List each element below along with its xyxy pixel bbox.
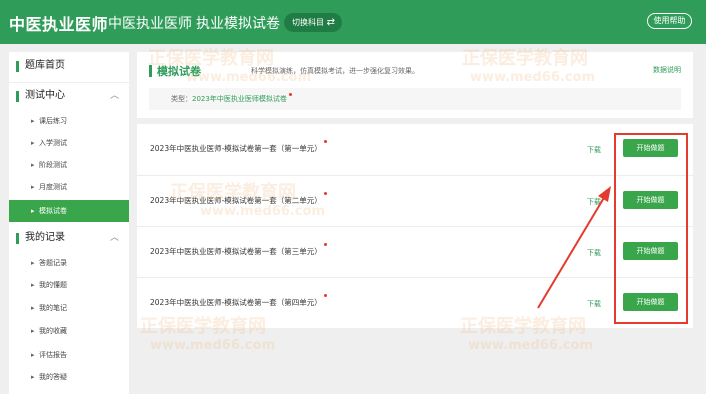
start-exam-button[interactable]: 开始做题 <box>623 293 678 311</box>
top-header: 中医执业医师 中医执业医师 执业模拟试卷 切换科目 ⇄ 使用帮助 <box>0 0 706 44</box>
new-dot-icon <box>323 192 327 195</box>
sidebar-item-label: 课后练习 <box>39 117 67 125</box>
exam-title: 2023年中医执业医师-模拟试卷第一套（第一单元） <box>150 140 327 154</box>
subject-label: 中医执业医师 <box>108 16 192 32</box>
sidebar-item-home[interactable]: 题库首页 <box>9 52 129 80</box>
new-dot-icon <box>288 93 292 96</box>
triangle-right-icon: ▸ <box>31 373 35 381</box>
download-link[interactable]: 下载 <box>587 145 601 155</box>
sidebar-item-label: 月度测试 <box>39 183 67 191</box>
panel-description: 科学模拟演练，仿真模拟考试，进一步强化复习效果。 <box>251 67 419 75</box>
exam-label: 执业模拟试卷 <box>196 16 280 32</box>
list-item: 2023年中医执业医师-模拟试卷第一套（第三单元） 下载 开始做题 <box>137 226 693 277</box>
sidebar-item-entrance-test[interactable]: ▸ 入学测试 <box>9 132 129 154</box>
watermark-url: www.med66.com <box>150 338 276 353</box>
sidebar-item-assessment-report[interactable]: ▸ 评估报告 <box>9 344 129 366</box>
type-filter: 类型：2023年中医执业医师模拟试卷 <box>149 88 681 110</box>
download-link[interactable]: 下载 <box>587 299 601 309</box>
chevron-up-icon[interactable]: ︿ <box>110 82 119 110</box>
triangle-right-icon: ▸ <box>31 161 35 169</box>
sidebar-records-label: 我的记录 <box>25 232 65 243</box>
start-exam-button[interactable]: 开始做题 <box>623 191 678 209</box>
list-item: 2023年中医执业医师-模拟试卷第一套（第二单元） 下载 开始做题 <box>137 175 693 226</box>
data-explanation-link[interactable]: 数据说明 <box>653 65 681 75</box>
new-dot-icon <box>323 294 327 297</box>
list-item: 2023年中医执业医师-模拟试卷第一套（第一单元） 下载 开始做题 <box>137 124 693 175</box>
download-link[interactable]: 下载 <box>587 248 601 258</box>
sidebar-item-my-notes[interactable]: ▸ 我的笔记 <box>9 297 129 319</box>
watermark-url: www.med66.com <box>468 338 594 353</box>
accent-bar <box>16 91 19 102</box>
switch-subject-label: 切换科目 <box>292 18 324 27</box>
sidebar-item-my-questions[interactable]: ▸ 我的懂题 <box>9 274 129 296</box>
sidebar-item-my-qa[interactable]: ▸ 我的答疑 <box>9 366 129 388</box>
triangle-right-icon: ▸ <box>31 139 35 147</box>
new-dot-icon <box>323 140 327 143</box>
triangle-right-icon: ▸ <box>31 259 35 267</box>
accent-bar <box>16 61 19 72</box>
triangle-right-icon: ▸ <box>31 351 35 359</box>
list-item: 2023年中医执业医师-模拟试卷第一套（第四单元） 下载 开始做题 <box>137 277 693 328</box>
sidebar-item-label: 模拟试卷 <box>39 207 67 215</box>
sidebar-item-answer-records[interactable]: ▸ 答题记录 <box>9 252 129 274</box>
sidebar-item-my-favorites[interactable]: ▸ 我的收藏 <box>9 320 129 342</box>
download-link[interactable]: 下载 <box>587 197 601 207</box>
mock-exam-panel: 模拟试卷 科学模拟演练，仿真模拟考试，进一步强化复习效果。 数据说明 类型：20… <box>137 52 693 118</box>
sidebar-item-label: 入学测试 <box>39 139 67 147</box>
help-button[interactable]: 使用帮助 <box>647 13 692 29</box>
exam-list: 2023年中医执业医师-模拟试卷第一套（第一单元） 下载 开始做题 2023年中… <box>137 124 693 328</box>
start-exam-button[interactable]: 开始做题 <box>623 242 678 260</box>
sidebar-item-monthly-test[interactable]: ▸ 月度测试 <box>9 176 129 198</box>
new-dot-icon <box>323 243 327 246</box>
sidebar-test-center-label: 测试中心 <box>25 90 65 101</box>
brand-title: 中医执业医师 <box>9 15 109 34</box>
sidebar-item-after-class[interactable]: ▸ 课后练习 <box>9 110 129 132</box>
sidebar-section-records[interactable]: 我的记录 ︿ <box>9 224 129 252</box>
swap-arrows-icon: ⇄ <box>326 17 335 28</box>
exam-title: 2023年中医执业医师-模拟试卷第一套（第四单元） <box>150 294 327 308</box>
start-exam-button[interactable]: 开始做题 <box>623 139 678 157</box>
sidebar-home-label: 题库首页 <box>25 60 65 71</box>
sidebar-item-mock-exam[interactable]: ▸ 模拟试卷 <box>9 200 129 222</box>
panel-title: 模拟试卷 <box>157 65 201 78</box>
switch-subject-button[interactable]: 切换科目 ⇄ <box>284 13 342 32</box>
sidebar-section-test-center[interactable]: 测试中心 ︿ <box>9 82 129 110</box>
triangle-right-icon: ▸ <box>31 281 35 289</box>
sidebar-item-label: 我的懂题 <box>39 281 67 289</box>
sidebar-item-stage-test[interactable]: ▸ 阶段测试 <box>9 154 129 176</box>
type-label: 类型： <box>171 95 192 103</box>
accent-bar <box>16 233 19 244</box>
type-value[interactable]: 2023年中医执业医师模拟试卷 <box>192 95 287 103</box>
triangle-right-icon: ▸ <box>31 304 35 312</box>
sidebar-item-label: 阶段测试 <box>39 161 67 169</box>
triangle-right-icon: ▸ <box>31 207 35 215</box>
exam-title: 2023年中医执业医师-模拟试卷第一套（第三单元） <box>150 243 327 257</box>
sidebar: 题库首页 测试中心 ︿ ▸ 课后练习 ▸ 入学测试 ▸ 阶段测试 ▸ 月度测试 … <box>9 52 129 394</box>
triangle-right-icon: ▸ <box>31 183 35 191</box>
sidebar-item-label: 评估报告 <box>39 351 67 359</box>
chevron-up-icon[interactable]: ︿ <box>110 224 119 252</box>
sidebar-item-label: 答题记录 <box>39 259 67 267</box>
triangle-right-icon: ▸ <box>31 117 35 125</box>
sidebar-item-label: 我的答疑 <box>39 373 67 381</box>
sidebar-item-label: 我的笔记 <box>39 304 67 312</box>
triangle-right-icon: ▸ <box>31 327 35 335</box>
sidebar-item-label: 我的收藏 <box>39 327 67 335</box>
accent-bar <box>149 65 152 77</box>
exam-title: 2023年中医执业医师-模拟试卷第一套（第二单元） <box>150 192 327 206</box>
